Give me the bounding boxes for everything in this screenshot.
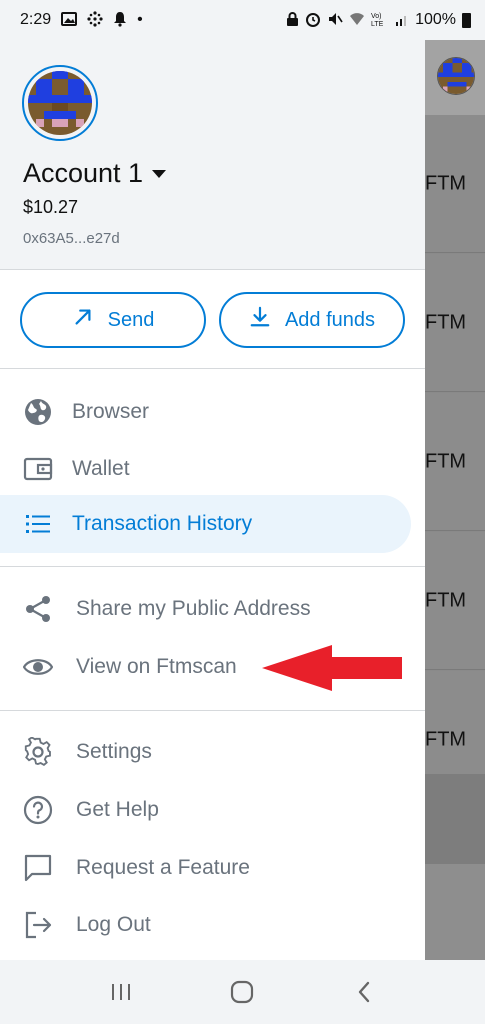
navigation-drawer: Account 1 $10.27 0x63A5...e27d Send Add … [0, 40, 425, 960]
arrow-up-right-icon [72, 306, 94, 334]
caret-down-icon [152, 169, 167, 178]
wallet-icon [22, 453, 54, 485]
menu-label: Settings [76, 740, 152, 763]
menu-item-settings[interactable]: Settings [0, 723, 425, 781]
help-icon [22, 794, 54, 826]
recent-apps-button[interactable] [101, 972, 141, 1012]
account-name: Account 1 [23, 158, 144, 188]
account-address[interactable]: 0x63A5...e27d [23, 230, 120, 247]
home-button[interactable] [222, 972, 262, 1012]
menu-label: Transaction History [72, 512, 253, 535]
background-token-row: FTM [425, 393, 485, 531]
menu-label: Wallet [72, 457, 130, 480]
divider [0, 710, 425, 711]
background-avatar[interactable] [437, 57, 475, 95]
home-icon [231, 980, 254, 1004]
menu-label: View on Ftmscan [76, 655, 237, 678]
download-icon [249, 306, 271, 334]
add-funds-label: Add funds [284, 308, 376, 331]
menu-label: Get Help [76, 798, 159, 821]
menu-item-share-address[interactable]: Share my Public Address [0, 580, 425, 638]
wifi-icon [349, 12, 365, 28]
background-token-row: FTM [425, 532, 485, 670]
account-balance: $10.27 [23, 197, 79, 217]
lock-icon [286, 11, 299, 29]
annotation-arrow-icon [262, 645, 402, 691]
grid-icon [87, 11, 103, 29]
menu-item-wallet[interactable]: Wallet [0, 440, 425, 498]
gallery-icon [61, 12, 78, 28]
svg-text:Vo): Vo) [371, 13, 382, 20]
send-label: Send [107, 308, 155, 331]
send-button[interactable]: Send [20, 292, 206, 348]
back-button[interactable] [344, 972, 384, 1012]
share-icon [22, 593, 54, 625]
background-band [425, 774, 485, 864]
background-footer [425, 864, 485, 960]
battery-icon [462, 12, 471, 28]
account-avatar[interactable] [22, 65, 98, 141]
menu-label: Log Out [76, 913, 151, 936]
gear-icon [22, 736, 54, 768]
status-dot: • [137, 11, 143, 28]
status-bar: 2:29 • Vo) LTE 100% [0, 0, 485, 40]
battery-percent: 100% [415, 11, 456, 28]
account-selector[interactable]: Account 1 [23, 158, 167, 189]
mute-icon [327, 11, 343, 29]
chat-icon [22, 852, 54, 884]
eye-icon [22, 651, 54, 683]
background-wallet-view: FTM FTM FTM FTM FTM [425, 40, 485, 960]
menu-item-log-out[interactable]: Log Out [0, 896, 425, 954]
alarm-icon [305, 11, 321, 29]
menu-item-get-help[interactable]: Get Help [0, 781, 425, 839]
background-token-row: FTM [425, 115, 485, 253]
globe-icon [22, 396, 54, 428]
back-icon [358, 981, 370, 1003]
menu-label: Request a Feature [76, 856, 250, 879]
menu-label: Browser [72, 400, 150, 423]
divider [0, 566, 425, 567]
drawer-account-header: Account 1 $10.27 0x63A5...e27d [0, 40, 425, 270]
svg-text:LTE: LTE [371, 21, 384, 27]
menu-label: Share my Public Address [76, 597, 311, 620]
recent-apps-icon [111, 984, 130, 1000]
background-token-row: FTM [425, 254, 485, 392]
volte-icon: Vo) LTE [371, 11, 389, 29]
logout-icon [22, 909, 54, 941]
add-funds-button[interactable]: Add funds [219, 292, 405, 348]
menu-item-request-feature[interactable]: Request a Feature [0, 839, 425, 897]
identicon [28, 71, 92, 135]
background-header [425, 40, 485, 115]
menu-item-transaction-history[interactable]: Transaction History [0, 495, 411, 553]
status-time: 2:29 [20, 11, 52, 28]
signal-icon [395, 12, 409, 28]
system-navigation-bar [0, 960, 485, 1024]
menu-item-browser[interactable]: Browser [0, 383, 425, 441]
list-icon [22, 508, 54, 540]
drawer-actions: Send Add funds [0, 271, 425, 369]
notification-bell-icon [113, 11, 127, 29]
